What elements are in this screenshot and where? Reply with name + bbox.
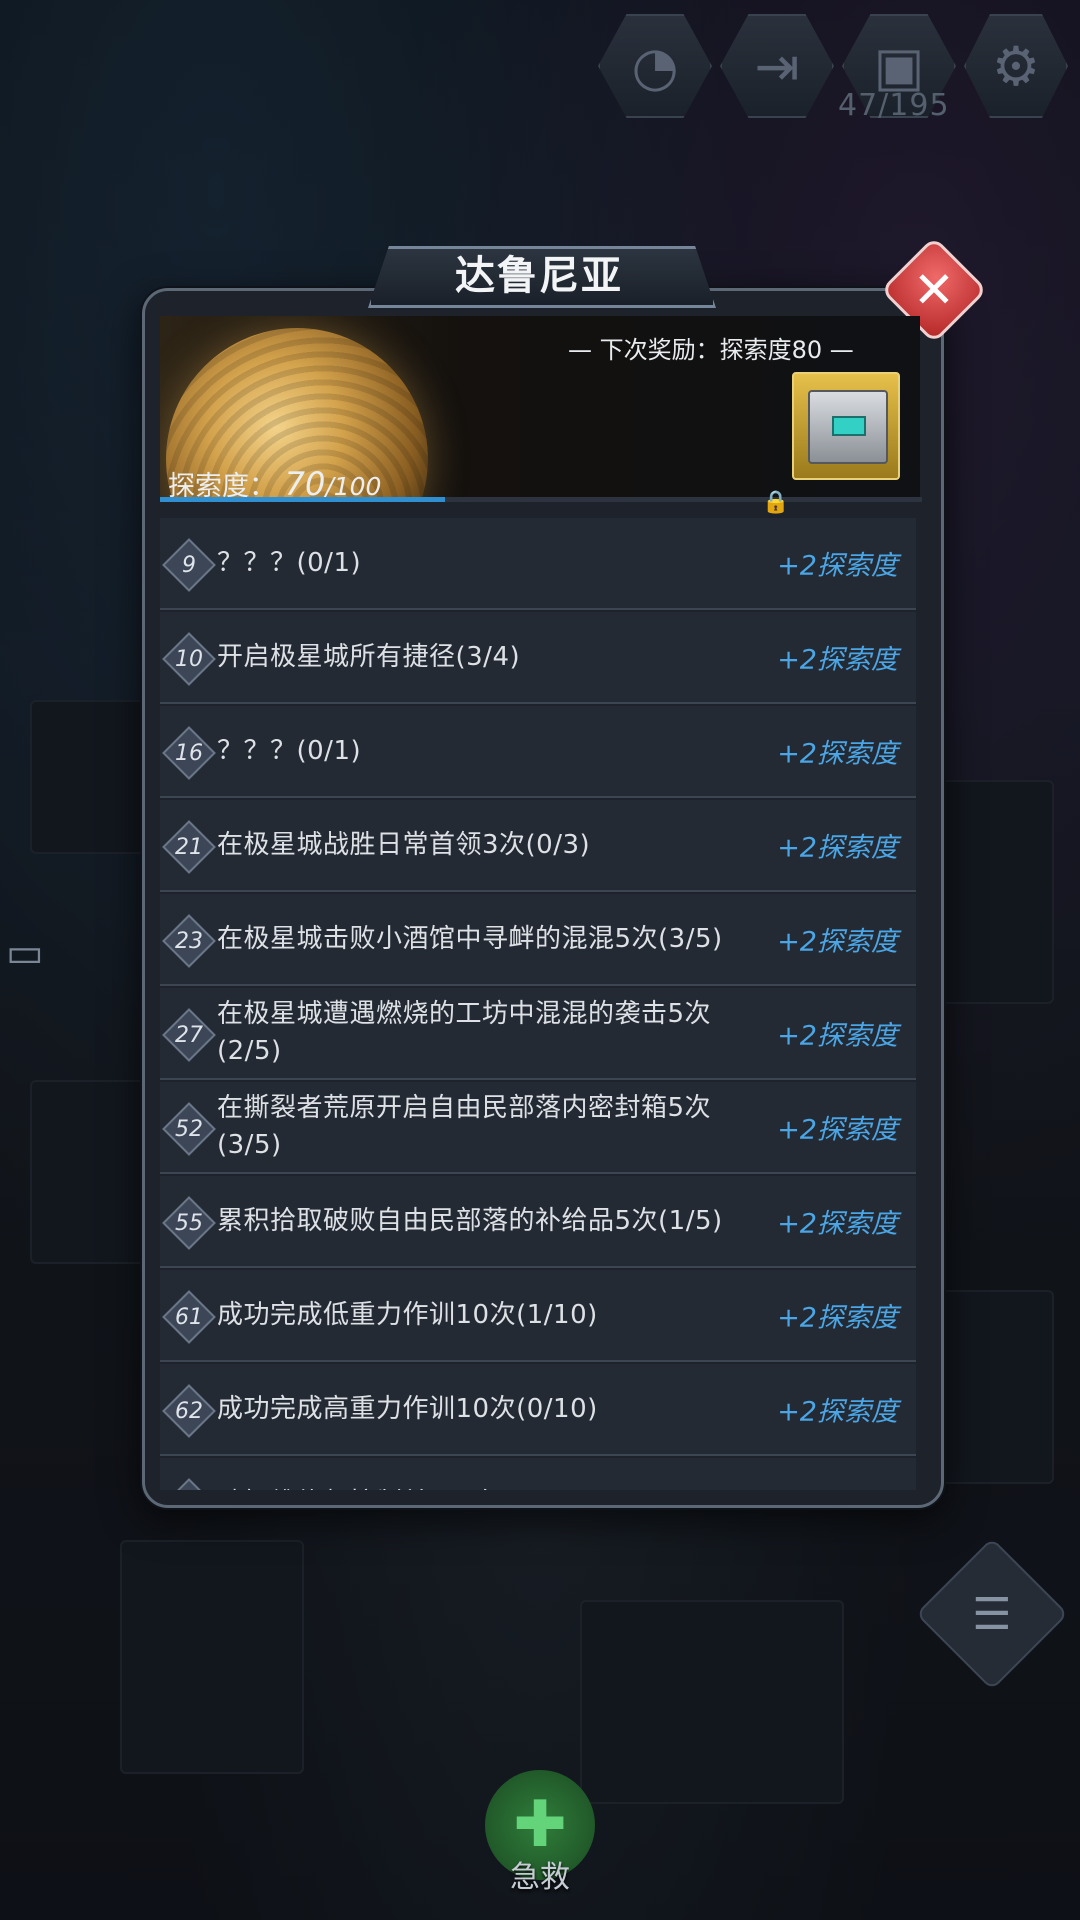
lock-icon: 🔒: [762, 490, 790, 515]
task-row[interactable]: 10 开启极星城所有捷径(3/4) +2探索度: [160, 612, 916, 704]
task-number-badge: 21: [162, 820, 216, 874]
task-row[interactable]: 52 在撕裂者荒原开启自由民部落内密封箱5次(3/5) +2探索度: [160, 1082, 916, 1174]
task-description: 成功完成低重力作训10次(1/10): [217, 1299, 598, 1330]
task-row[interactable]: 61 成功完成低重力作训10次(1/10) +2探索度: [160, 1270, 916, 1362]
task-reward: +2探索度: [777, 1208, 898, 1240]
task-row[interactable]: 23 在极星城击败小酒馆中寻衅的混混5次(3/5) +2探索度: [160, 894, 916, 986]
task-number-badge: 16: [162, 726, 216, 780]
close-icon: ✕: [913, 261, 955, 319]
task-reward: +2探索度: [777, 1302, 898, 1334]
task-reward: +2探索度: [777, 1484, 898, 1491]
task-number: 27: [175, 1022, 203, 1048]
exit-icon: ⇥: [754, 34, 800, 98]
task-reward: +2探索度: [777, 1020, 898, 1052]
task-description: 在极星城遭遇燃烧的工坊中混混的袭击5次(2/5): [217, 999, 712, 1066]
task-number: 63: [172, 1488, 206, 1490]
task-reward: +2探索度: [777, 1396, 898, 1428]
task-row[interactable]: 62 成功完成高重力作训10次(0/10) +2探索度: [160, 1364, 916, 1456]
task-row[interactable]: 55 累积拾取破败自由民部落的补给品5次(1/5) +2探索度: [160, 1176, 916, 1268]
task-description: 开启极星城所有捷径(3/4): [217, 641, 521, 672]
task-reward: +2探索度: [777, 550, 898, 582]
task-reward: +2探索度: [777, 926, 898, 958]
task-number: 23: [175, 928, 203, 954]
task-number: 55: [175, 1210, 203, 1236]
next-reward-text: — 下次奖励：探索度80 —: [568, 336, 854, 364]
task-number-badge: 55: [162, 1196, 216, 1250]
task-description: ？？？(0/1): [217, 547, 362, 578]
task-description: 成功完成高重力作训10次(0/10): [217, 1393, 598, 1424]
task-reward: +2探索度: [777, 1114, 898, 1146]
checklist-icon: ☰: [972, 1588, 1012, 1640]
task-number: 62: [175, 1398, 203, 1424]
task-reward: +2探索度: [777, 832, 898, 864]
task-number-badge: 61: [162, 1290, 216, 1344]
task-number-badge: 10: [162, 632, 216, 686]
task-reward: +2探索度: [777, 644, 898, 676]
task-reward: +2探索度: [777, 738, 898, 770]
task-number: 61: [175, 1304, 203, 1330]
task-number-badge: 9: [162, 538, 216, 592]
modal-title: 达鲁尼亚: [455, 253, 623, 299]
task-description: 在撕裂者荒原开启自由民部落内密封箱5次(3/5): [217, 1093, 712, 1160]
task-number: 21: [175, 834, 203, 860]
progress-bar: [160, 497, 922, 502]
task-row[interactable]: 63 破解维修师控制单元5次(1/5) +2探索度: [160, 1458, 916, 1490]
chest-box: [808, 390, 888, 464]
task-number-badge: 27: [162, 1008, 216, 1062]
progress-bar-fill: [160, 497, 446, 502]
chat-icon[interactable]: ▭: [6, 930, 66, 990]
reward-chest-icon[interactable]: [792, 372, 900, 480]
task-row[interactable]: 21 在极星城战胜日常首领3次(0/3) +2探索度: [160, 800, 916, 892]
task-description: 累积拾取破败自由民部落的补给品5次(1/5): [217, 1205, 723, 1236]
syringe-icon: ✚: [513, 1788, 567, 1862]
task-row[interactable]: 27 在极星城遭遇燃烧的工坊中混混的袭击5次(2/5) +2探索度: [160, 988, 916, 1080]
task-number: 16: [175, 740, 203, 766]
task-number-badge: 63: [162, 1478, 216, 1490]
collection-count: 47/195: [838, 88, 950, 123]
task-number-badge: 52: [162, 1102, 216, 1156]
task-number: 9: [182, 552, 196, 578]
task-description: 在极星城战胜日常首领3次(0/3): [217, 829, 591, 860]
task-list[interactable]: 9 ？？？(0/1) +2探索度 10 开启极星城所有捷径(3/4) +2探索度 16 ？？？…: [160, 518, 916, 1490]
rescue-label: 急救: [510, 1860, 570, 1895]
gear-icon: ⚙: [991, 34, 1041, 98]
task-row[interactable]: 9 ？？？(0/1) +2探索度: [160, 518, 916, 610]
task-number-badge: 23: [162, 914, 216, 968]
task-description: 在极星城击败小酒馆中寻衅的混混5次(3/5): [217, 923, 723, 954]
task-description: 破解维修师控制单元5次(1/5): [217, 1485, 727, 1491]
task-row[interactable]: 16 ？？？(0/1) +2探索度: [160, 706, 916, 798]
task-number-badge: 62: [162, 1384, 216, 1438]
radar-icon: ◔: [631, 34, 679, 98]
task-number: 10: [175, 646, 203, 672]
task-number: 52: [175, 1116, 203, 1142]
task-description: ？？？(0/1): [217, 735, 362, 766]
